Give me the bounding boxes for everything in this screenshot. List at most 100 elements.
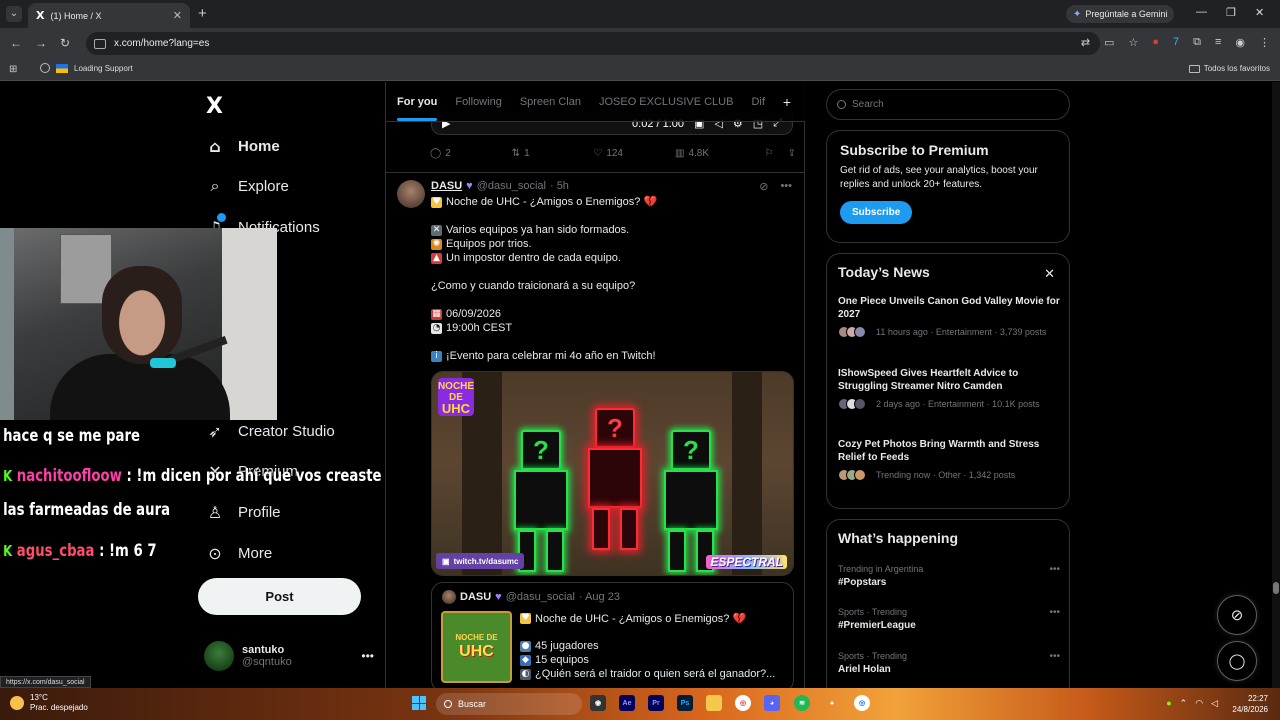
- account-switcher[interactable]: santuko @sqntuko •••: [204, 641, 374, 671]
- avatar[interactable]: [397, 180, 425, 208]
- quoted-post[interactable]: DASU ♥ @dasu_social · Aug 23 NOCHE DE UH…: [431, 582, 794, 688]
- like-button[interactable]: ♡ 124: [593, 148, 675, 159]
- share-icon[interactable]: ⇪: [788, 148, 796, 159]
- all-bookmarks[interactable]: Todos los favoritos: [1188, 64, 1270, 73]
- post-time[interactable]: · 5h: [550, 180, 569, 192]
- trend-more-icon[interactable]: •••: [1049, 564, 1060, 575]
- trend-item[interactable]: Sports · Trending Ariel Holan •••: [838, 651, 1060, 675]
- cast-icon[interactable]: ▭: [1104, 36, 1114, 49]
- grok-icon[interactable]: ⊘: [759, 180, 768, 193]
- tab-spreen-clan[interactable]: Spreen Clan: [520, 96, 581, 108]
- add-tab-icon[interactable]: +: [783, 94, 791, 110]
- forward-icon[interactable]: →: [35, 36, 47, 50]
- address-bar[interactable]: x.com/home?lang=es: [86, 32, 1100, 55]
- chrome-profile-icon[interactable]: ◎: [854, 695, 870, 711]
- grok-button[interactable]: ⊘: [1217, 595, 1257, 635]
- tray-icon[interactable]: ●: [1166, 698, 1171, 709]
- nav-home[interactable]: ⌂ Home: [206, 134, 279, 158]
- views-button[interactable]: ▥ 4.8K: [675, 148, 765, 159]
- close-icon[interactable]: ✕: [1044, 266, 1055, 282]
- post-author-handle[interactable]: @dasu_social: [477, 180, 546, 192]
- image-figure-body: [664, 470, 718, 530]
- x-logo-icon[interactable]: X: [206, 94, 223, 119]
- news-item[interactable]: IShowSpeed Gives Heartfelt Advice to Str…: [838, 367, 1060, 410]
- extensions-icon[interactable]: ⧉: [1193, 36, 1201, 49]
- siren-icon: ▲: [431, 252, 442, 264]
- new-tab-button[interactable]: +: [198, 5, 207, 22]
- reply-button[interactable]: ◯ 2: [430, 148, 512, 159]
- account-handle: @sqntuko: [242, 656, 292, 668]
- scrollbar-thumb[interactable]: [1273, 582, 1279, 594]
- profile-avatar-icon[interactable]: ◉: [1235, 36, 1245, 49]
- image-figure-body: [588, 448, 642, 508]
- trend-more-icon[interactable]: •••: [1049, 607, 1060, 618]
- bookmark-loading-support[interactable]: Loading Support: [40, 63, 133, 73]
- photoshop-icon[interactable]: Ps: [677, 695, 693, 711]
- chat-line: K agus_cbaa : !m 6 7: [3, 541, 156, 561]
- volume-icon[interactable]: ◁: [1211, 698, 1218, 709]
- repost-button[interactable]: ⇅ 1: [512, 148, 594, 159]
- premium-title: Subscribe to Premium: [840, 142, 989, 158]
- minimize-icon[interactable]: —: [1196, 6, 1207, 18]
- trend-name: #PremierLeague: [838, 620, 916, 631]
- media-icon[interactable]: ≡: [1215, 36, 1221, 49]
- tray-icon[interactable]: ⌃: [1180, 698, 1188, 709]
- grok-icon: ⊘: [1230, 607, 1244, 624]
- premiere-icon[interactable]: Pr: [648, 695, 664, 711]
- extension-7tv-icon[interactable]: 7: [1173, 36, 1179, 49]
- tab-following[interactable]: Following: [455, 96, 501, 108]
- tab-joseo-exclusive-club[interactable]: JOSEO EXCLUSIVE CLUB: [599, 96, 734, 108]
- gemini-button[interactable]: ✦ Pregúntale a Gemini: [1066, 5, 1175, 23]
- nav-creator-studio[interactable]: ➶ Creator Studio: [206, 419, 334, 443]
- twitch-tag-text: twitch.tv/dasumc: [453, 556, 519, 566]
- post-more-icon[interactable]: •••: [780, 180, 792, 193]
- search-input[interactable]: Search: [826, 89, 1070, 120]
- menu-icon[interactable]: ⋮: [1259, 36, 1270, 49]
- kick-icon: K: [3, 542, 13, 560]
- wifi-icon[interactable]: ◠: [1195, 698, 1203, 709]
- spotify-icon[interactable]: ≋: [794, 695, 810, 711]
- taskbar-clock[interactable]: 22:27 24/8/2026: [1232, 693, 1268, 715]
- obs-icon[interactable]: ◉: [590, 695, 606, 711]
- nav-explore[interactable]: ⌕ Explore: [206, 174, 289, 198]
- post-author-name[interactable]: DASU: [431, 180, 462, 192]
- reload-icon[interactable]: ↻: [60, 36, 70, 50]
- post-button[interactable]: Post: [198, 578, 361, 615]
- browser-tab[interactable]: X (1) Home / X ✕: [28, 3, 190, 28]
- chrome-icon[interactable]: ◎: [735, 695, 751, 711]
- extension-red-icon[interactable]: ●: [1152, 36, 1159, 49]
- trend-item[interactable]: Trending in Argentina #Popstars •••: [838, 564, 1060, 588]
- scrollbar[interactable]: [1272, 82, 1280, 688]
- avatar: [854, 398, 866, 410]
- account-menu-icon[interactable]: •••: [361, 649, 374, 663]
- tab-dif[interactable]: Dif: [751, 96, 764, 108]
- nav-more[interactable]: ⊙ More: [206, 541, 272, 565]
- after-effects-icon[interactable]: Ae: [619, 695, 635, 711]
- nav-profile[interactable]: ♙ Profile: [206, 500, 281, 524]
- trend-item[interactable]: Sports · Trending #PremierLeague •••: [838, 607, 1060, 631]
- translate-icon[interactable]: ⇄: [1081, 36, 1090, 49]
- site-info-icon[interactable]: [94, 38, 106, 49]
- subscribe-button[interactable]: Subscribe: [840, 201, 913, 224]
- apps-grid-icon[interactable]: ⊞: [9, 64, 17, 75]
- windows-start-icon[interactable]: [412, 696, 426, 710]
- news-item[interactable]: One Piece Unveils Canon God Valley Movie…: [838, 295, 1060, 338]
- tab-close-icon[interactable]: ✕: [173, 9, 182, 22]
- bookmark-star-icon[interactable]: ☆: [1128, 36, 1138, 49]
- file-explorer-icon[interactable]: [706, 695, 722, 711]
- app-dot-icon[interactable]: ●: [824, 695, 840, 711]
- news-item[interactable]: Cozy Pet Photos Bring Warmth and Stress …: [838, 438, 1060, 481]
- bookmark-icon[interactable]: ⚐: [765, 148, 774, 159]
- close-window-icon[interactable]: ✕: [1255, 6, 1264, 19]
- taskbar-search[interactable]: Buscar: [436, 693, 582, 715]
- discord-icon[interactable]: ◕: [764, 695, 780, 711]
- weather-widget[interactable]: 13°C Prac. despejado: [10, 693, 88, 713]
- maximize-icon[interactable]: ❐: [1226, 6, 1236, 19]
- tab-search-icon[interactable]: ⌄: [6, 6, 22, 22]
- back-icon[interactable]: ←: [10, 36, 22, 50]
- tab-for-you[interactable]: For you: [397, 96, 438, 121]
- messages-button[interactable]: ◯: [1217, 641, 1257, 681]
- post-image[interactable]: ? ? ? NOCHE DE UHC ▣ twitch.tv/dasumc ES…: [431, 371, 794, 576]
- trend-more-icon[interactable]: •••: [1049, 651, 1060, 662]
- search-icon: [444, 700, 452, 708]
